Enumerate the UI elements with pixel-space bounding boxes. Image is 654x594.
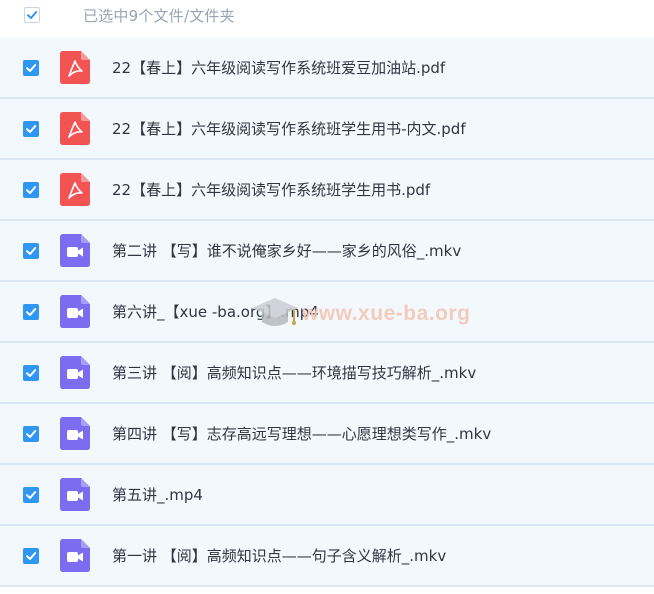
file-checkbox[interactable] <box>23 426 39 442</box>
checkmark-icon <box>26 186 37 194</box>
video-icon <box>60 295 90 328</box>
checkmark-icon <box>26 491 37 499</box>
file-name[interactable]: 第四讲 【写】志存高远写理想——心愿理想类写作_.mkv <box>112 423 491 444</box>
file-checkbox[interactable] <box>23 304 39 320</box>
checkmark-icon <box>26 369 37 377</box>
file-name[interactable]: 22【春上】六年级阅读写作系统班爱豆加油站.pdf <box>112 57 445 78</box>
file-checkbox[interactable] <box>23 243 39 259</box>
file-row[interactable]: 第二讲 【写】谁不说俺家乡好——家乡的风俗_.mkv <box>0 221 654 282</box>
file-checkbox[interactable] <box>23 182 39 198</box>
checkmark-icon <box>26 430 37 438</box>
checkmark-icon <box>26 125 37 133</box>
file-name[interactable]: 第六讲_【xue -ba.org】.mp4 <box>112 301 319 322</box>
file-row[interactable]: 第五讲_.mp4 <box>0 465 654 526</box>
select-all-checkbox[interactable] <box>24 7 40 23</box>
file-row[interactable]: 第六讲_【xue -ba.org】.mp4 <box>0 282 654 343</box>
file-row[interactable]: 第一讲 【阅】高频知识点——句子含义解析_.mkv <box>0 526 654 587</box>
file-selection-panel: 已选中9个文件/文件夹 22【春上】六年级阅读写作系统班爱豆加油站.pdf 22【… <box>0 0 654 594</box>
file-row[interactable]: 22【春上】六年级阅读写作系统班爱豆加油站.pdf <box>0 38 654 99</box>
file-row[interactable]: 22【春上】六年级阅读写作系统班学生用书.pdf <box>0 160 654 221</box>
checkmark-icon <box>26 247 37 255</box>
selection-count-label: 已选中9个文件/文件夹 <box>83 7 235 25</box>
checkmark-icon <box>26 308 37 316</box>
file-row[interactable]: 22【春上】六年级阅读写作系统班学生用书-内文.pdf <box>0 99 654 160</box>
file-checkbox[interactable] <box>23 121 39 137</box>
video-icon <box>60 539 90 572</box>
selection-header: 已选中9个文件/文件夹 <box>0 0 654 32</box>
checkmark-icon <box>26 552 37 560</box>
pdf-icon <box>60 51 90 84</box>
video-icon <box>60 417 90 450</box>
file-checkbox[interactable] <box>23 365 39 381</box>
file-name[interactable]: 22【春上】六年级阅读写作系统班学生用书-内文.pdf <box>112 118 466 139</box>
file-name[interactable]: 第一讲 【阅】高频知识点——句子含义解析_.mkv <box>112 545 446 566</box>
file-row[interactable]: 第三讲 【阅】高频知识点——环境描写技巧解析_.mkv <box>0 343 654 404</box>
file-checkbox[interactable] <box>23 487 39 503</box>
pdf-icon <box>60 112 90 145</box>
checkmark-icon <box>27 11 38 19</box>
file-name[interactable]: 第五讲_.mp4 <box>112 484 203 505</box>
video-icon <box>60 356 90 389</box>
video-icon <box>60 478 90 511</box>
checkmark-icon <box>26 64 37 72</box>
file-name[interactable]: 第三讲 【阅】高频知识点——环境描写技巧解析_.mkv <box>112 362 476 383</box>
file-name[interactable]: 第二讲 【写】谁不说俺家乡好——家乡的风俗_.mkv <box>112 240 461 261</box>
file-checkbox[interactable] <box>23 548 39 564</box>
file-name[interactable]: 22【春上】六年级阅读写作系统班学生用书.pdf <box>112 179 430 200</box>
file-list: 22【春上】六年级阅读写作系统班爱豆加油站.pdf 22【春上】六年级阅读写作系统… <box>0 38 654 587</box>
video-icon <box>60 234 90 267</box>
file-checkbox[interactable] <box>23 60 39 76</box>
file-row[interactable]: 第四讲 【写】志存高远写理想——心愿理想类写作_.mkv <box>0 404 654 465</box>
pdf-icon <box>60 173 90 206</box>
